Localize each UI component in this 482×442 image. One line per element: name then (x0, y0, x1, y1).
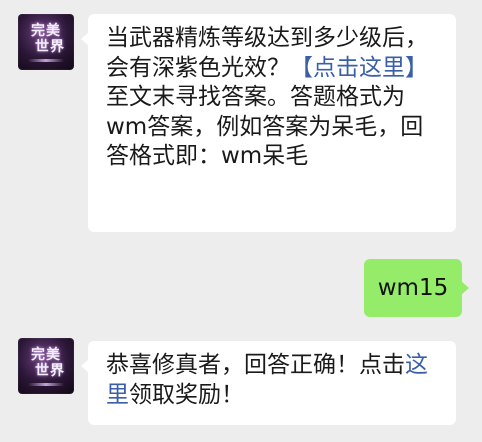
incoming-message-question: 当武器精炼等级达到多少级后，会有深紫色光效？【点击这里】至文末寻找答案。答题格式… (81, 14, 456, 232)
logo-text-line-2: 世界 (35, 39, 65, 55)
answer-text: wm15 (377, 275, 449, 301)
logo-decoration (28, 59, 64, 62)
logo-text-line-1: 完美 (31, 347, 61, 363)
click-here-link[interactable]: 【点击这里】 (290, 55, 428, 81)
message-text: 领取奖励！ (129, 381, 244, 408)
official-account-avatar[interactable]: 完美 世界 (18, 338, 74, 394)
official-account-avatar[interactable]: 完美 世界 (18, 14, 74, 70)
message-text: 至文末寻找答案。答题格式为wm答案，例如答案为呆毛，回答格式即：wm呆毛 (106, 84, 424, 169)
logo-decoration (28, 383, 64, 386)
message-text: 恭喜修真者，回答正确！点击 (106, 352, 405, 378)
incoming-message-reward: 恭喜修真者，回答正确！点击这里领取奖励！ (81, 341, 456, 425)
game-logo: 完美 世界 (18, 347, 74, 379)
logo-text-line-2: 世界 (35, 363, 65, 379)
logo-text-line-1: 完美 (31, 23, 61, 39)
outgoing-message-answer: wm15 (364, 259, 469, 317)
game-logo: 完美 世界 (18, 23, 74, 55)
